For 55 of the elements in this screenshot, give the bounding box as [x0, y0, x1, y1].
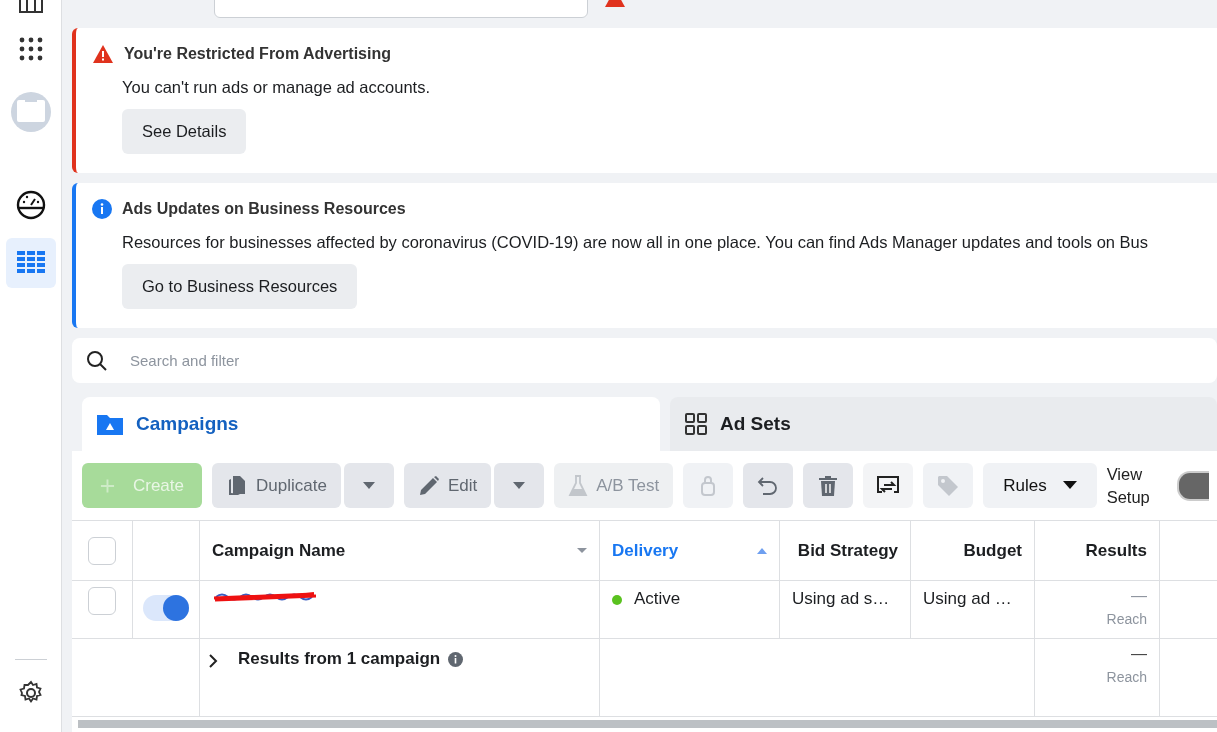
- select-all-checkbox[interactable]: [88, 536, 116, 565]
- results-label: Reach: [1106, 669, 1147, 685]
- toolbar-button[interactable]: Duplicate: [212, 463, 341, 508]
- warning-icon: [92, 44, 114, 64]
- delivery-status: Active: [634, 589, 681, 609]
- column-header[interactable]: Budget: [911, 521, 1035, 581]
- column-header[interactable]: Bid Strategy: [780, 521, 911, 581]
- caret-icon: [513, 481, 526, 490]
- search-bar[interactable]: Search and filter: [72, 338, 1217, 383]
- banner-title: Ads Updates on Business Resources: [122, 200, 406, 218]
- trash-icon: [818, 474, 839, 497]
- column-header[interactable]: Delivery: [600, 521, 780, 581]
- gauge-icon: [15, 190, 46, 220]
- info-icon: [448, 652, 464, 667]
- toggle-switch[interactable]: [143, 595, 189, 621]
- results-value: —: [1131, 587, 1147, 605]
- table-cell: Using ad s…: [792, 589, 890, 609]
- search-icon: [86, 349, 108, 372]
- summary-label: Results from 1 campaign: [238, 649, 441, 669]
- column-header[interactable]: Results: [1035, 521, 1160, 581]
- scrollbar[interactable]: [78, 720, 1217, 728]
- grid-icon: [684, 412, 708, 436]
- copy-icon: [226, 474, 248, 497]
- caret-icon: [362, 481, 375, 490]
- undo-icon: [757, 474, 780, 497]
- rules-dropdown[interactable]: Rules: [983, 463, 1097, 508]
- pencil-icon: [417, 474, 440, 497]
- tag-icon: [937, 474, 960, 497]
- results-label: Reach: [1106, 611, 1147, 627]
- caret-icon: [577, 547, 587, 554]
- tab[interactable]: Campaigns: [82, 397, 660, 451]
- plus-icon: [100, 477, 115, 494]
- table-cell: Using ad …: [923, 589, 1012, 609]
- banner-text: Resources for businesses affected by coronavirus (COVID-19) are now all in one place. You can find Ads Manager updates and tools on Bus: [122, 233, 1150, 252]
- table-icon: [15, 250, 46, 276]
- view-setup-label: View Setup: [1106, 464, 1151, 508]
- banner-button[interactable]: See Details: [122, 109, 247, 154]
- banner-text: You can't run ads or manage ad accounts.: [122, 78, 431, 97]
- banner-title: You're Restricted From Advertising: [124, 45, 391, 63]
- sort-ascending-icon: [757, 547, 767, 554]
- lock-icon: [699, 474, 718, 497]
- column-header[interactable]: Campaign Name: [200, 521, 600, 581]
- toolbar-button[interactable]: Edit: [403, 463, 492, 508]
- row-checkbox[interactable]: [88, 587, 116, 615]
- account-avatar-icon: [10, 92, 51, 132]
- results-value: —: [1131, 645, 1147, 663]
- caret-icon: [1062, 481, 1077, 490]
- folder-icon: [96, 412, 124, 436]
- banner-button[interactable]: Go to Business Resources: [122, 264, 358, 309]
- toolbar-icon-button[interactable]: [863, 463, 914, 508]
- info-icon: [92, 199, 112, 219]
- tab[interactable]: Ad Sets: [670, 397, 1217, 451]
- apps-grid-icon: [18, 37, 43, 61]
- toggle-switch[interactable]: [1176, 470, 1209, 501]
- flask-icon: [568, 474, 589, 497]
